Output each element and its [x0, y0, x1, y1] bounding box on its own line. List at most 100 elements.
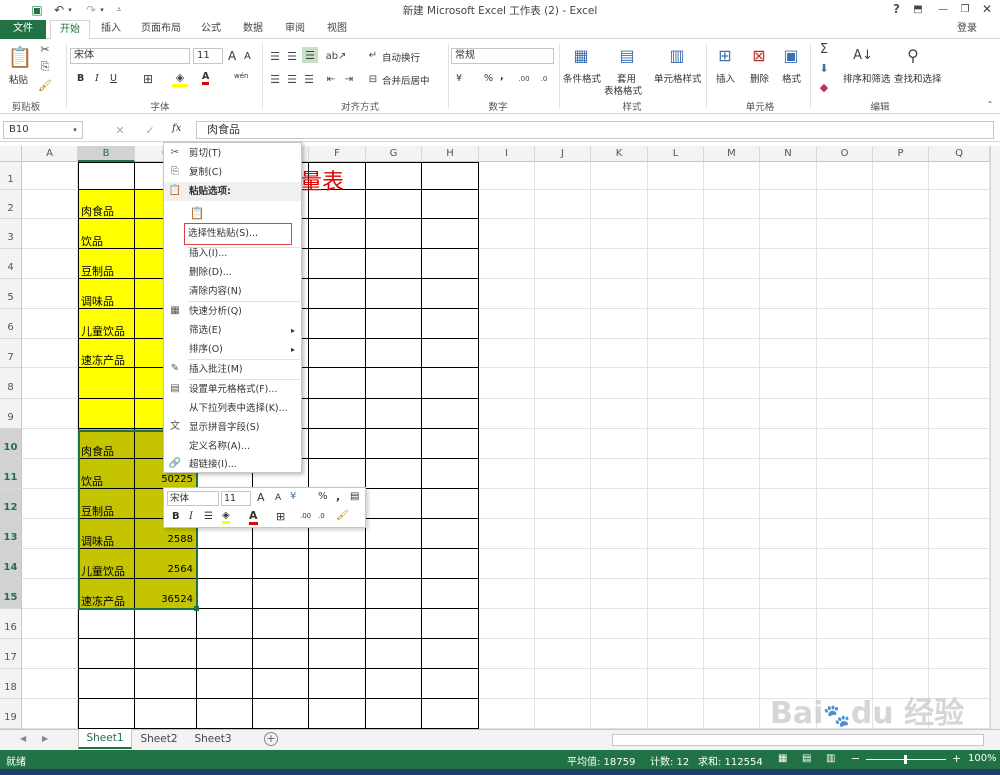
cell[interactable]: [929, 219, 990, 249]
cell[interactable]: [78, 162, 135, 190]
cell[interactable]: [479, 639, 535, 669]
mini-shrink-font-icon[interactable]: A: [275, 493, 281, 503]
cell[interactable]: [479, 399, 535, 429]
cell[interactable]: [309, 639, 366, 669]
cell[interactable]: [479, 489, 535, 519]
cell[interactable]: [929, 279, 990, 309]
format-as-table-line2[interactable]: 表格格式: [604, 83, 642, 97]
fill-icon[interactable]: ⬇: [816, 60, 832, 76]
cell[interactable]: [479, 519, 535, 549]
mini-fill-color-icon[interactable]: ◈: [222, 510, 230, 524]
cell[interactable]: [591, 549, 648, 579]
cell[interactable]: [760, 368, 817, 399]
sort-filter-icon[interactable]: A↓: [852, 43, 874, 67]
cell[interactable]: [648, 339, 704, 368]
cell[interactable]: [817, 459, 873, 489]
cell[interactable]: [704, 609, 760, 639]
mini-size-select[interactable]: 11: [221, 491, 251, 506]
cell[interactable]: [479, 579, 535, 609]
align-middle-icon[interactable]: ☰: [285, 49, 299, 63]
menu-item-filter[interactable]: 筛选(E) ▸: [164, 321, 301, 340]
cell[interactable]: [309, 399, 366, 429]
cell[interactable]: [648, 699, 704, 729]
cell[interactable]: [422, 699, 479, 729]
zoom-out-icon[interactable]: −: [851, 752, 860, 765]
find-select-button[interactable]: 查找和选择: [894, 71, 942, 85]
row-header[interactable]: 4: [0, 249, 22, 279]
redo-icon[interactable]: ↷: [84, 2, 98, 17]
cell[interactable]: [704, 368, 760, 399]
cell[interactable]: [309, 279, 366, 309]
cell[interactable]: [704, 249, 760, 279]
cell[interactable]: [479, 309, 535, 339]
comma-button[interactable]: ,: [500, 71, 504, 82]
cell[interactable]: [760, 459, 817, 489]
undo-dropdown-icon[interactable]: ▾: [66, 2, 74, 17]
delete-cells-button[interactable]: 删除: [750, 71, 769, 85]
cell[interactable]: [929, 489, 990, 519]
grow-font-button[interactable]: A: [228, 49, 236, 63]
menu-item-insert[interactable]: 插入(I)...: [164, 244, 301, 263]
cell[interactable]: [422, 669, 479, 699]
cell[interactable]: [22, 579, 78, 609]
insert-cells-icon[interactable]: ⊞: [714, 43, 736, 67]
paste-option-icon[interactable]: 📋: [188, 203, 206, 223]
cell[interactable]: [704, 162, 760, 190]
cell[interactable]: [422, 609, 479, 639]
cell[interactable]: [479, 190, 535, 219]
cell[interactable]: [366, 399, 422, 429]
cell[interactable]: [817, 279, 873, 309]
row-header[interactable]: 11: [0, 459, 22, 489]
cell[interactable]: [253, 609, 309, 639]
cell[interactable]: [704, 549, 760, 579]
sheet-tab-sheet2[interactable]: Sheet2: [134, 730, 184, 750]
percent-button[interactable]: %: [484, 73, 493, 84]
cell[interactable]: [78, 399, 135, 429]
cell[interactable]: [648, 399, 704, 429]
cell[interactable]: [591, 249, 648, 279]
undo-icon[interactable]: ↶: [52, 2, 66, 17]
font-name-select[interactable]: 宋体: [70, 48, 190, 64]
zoom-thumb[interactable]: [904, 755, 907, 764]
column-header[interactable]: F: [309, 146, 366, 162]
cell[interactable]: [760, 309, 817, 339]
mini-percent-button[interactable]: %: [318, 491, 328, 502]
font-color-button[interactable]: A: [202, 71, 210, 85]
formula-input[interactable]: 肉食品: [196, 121, 994, 139]
scroll-left-icon[interactable]: ◀: [20, 734, 26, 743]
cell[interactable]: [197, 699, 253, 729]
cell-styles-button[interactable]: 单元格样式: [654, 71, 702, 85]
cell[interactable]: [422, 459, 479, 489]
cell[interactable]: [309, 339, 366, 368]
row-header[interactable]: 17: [0, 639, 22, 669]
cell[interactable]: [704, 399, 760, 429]
row-header[interactable]: 16: [0, 609, 22, 639]
autosum-icon[interactable]: Σ: [816, 41, 832, 57]
cell[interactable]: [929, 249, 990, 279]
cell[interactable]: [253, 669, 309, 699]
column-header[interactable]: N: [760, 146, 817, 162]
align-top-icon[interactable]: ☰: [268, 49, 282, 63]
row-header[interactable]: 14: [0, 549, 22, 579]
wrap-text-button[interactable]: 自动换行: [382, 50, 420, 64]
cell[interactable]: [366, 579, 422, 609]
menu-item-sort[interactable]: 排序(O) ▸: [164, 340, 301, 359]
cell[interactable]: [648, 609, 704, 639]
cell[interactable]: [78, 639, 135, 669]
cell[interactable]: [760, 162, 817, 190]
cell[interactable]: [479, 549, 535, 579]
cell[interactable]: [591, 219, 648, 249]
cell[interactable]: [22, 190, 78, 219]
cell[interactable]: [535, 190, 591, 219]
zoom-in-icon[interactable]: +: [952, 752, 961, 765]
cell[interactable]: [873, 279, 929, 309]
tab-data[interactable]: 数据: [236, 20, 270, 39]
shrink-font-button[interactable]: A: [244, 51, 251, 62]
cell[interactable]: [22, 699, 78, 729]
cell[interactable]: [422, 219, 479, 249]
mini-decrease-decimal-icon[interactable]: .0: [318, 512, 325, 520]
mini-border-icon[interactable]: ⊞: [276, 510, 285, 523]
cell[interactable]: [197, 609, 253, 639]
cell[interactable]: [366, 699, 422, 729]
cell[interactable]: [929, 639, 990, 669]
